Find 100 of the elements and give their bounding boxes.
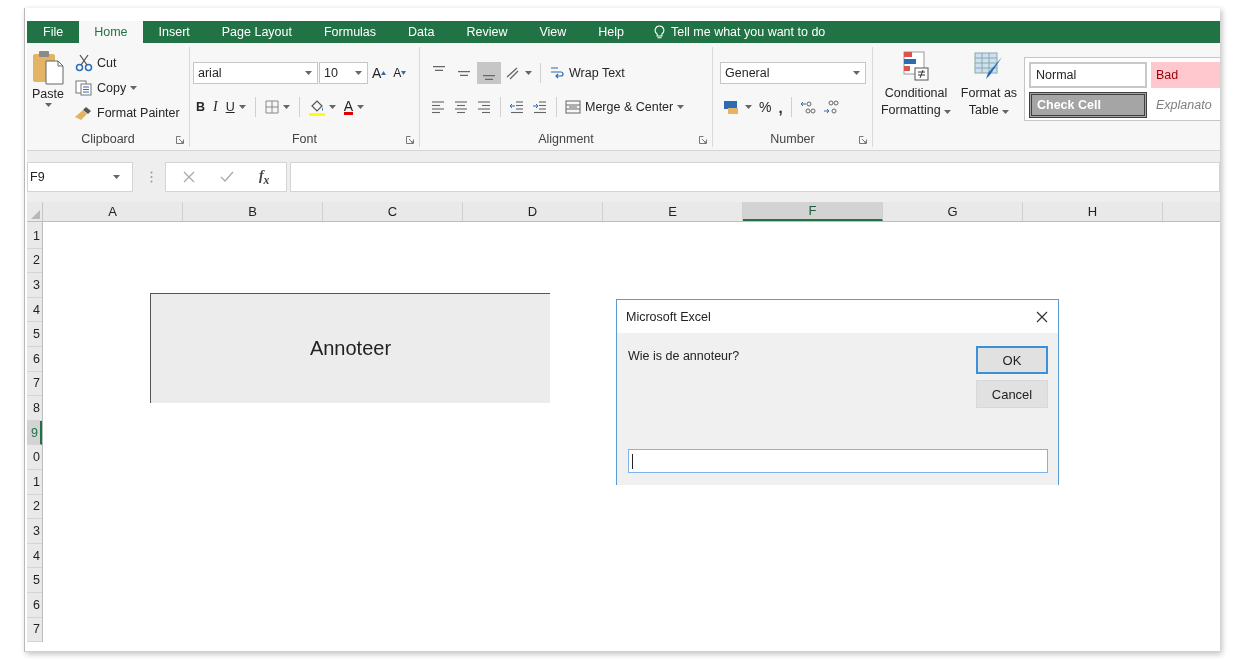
outdent-icon xyxy=(509,99,525,115)
vertical-align-button[interactable] xyxy=(477,62,501,84)
percent-button[interactable]: % xyxy=(756,96,775,118)
decrease-decimal-icon xyxy=(822,99,839,115)
ribbon-tab[interactable]: Help xyxy=(582,21,641,43)
copy-icon xyxy=(75,80,93,96)
row-header[interactable]: 1 xyxy=(27,224,42,249)
align-left-icon xyxy=(430,99,446,115)
ribbon-tab[interactable]: File xyxy=(27,21,80,43)
lightbulb-icon xyxy=(654,25,666,39)
row-header[interactable]: 5 xyxy=(27,322,42,347)
ribbon-tab[interactable]: View xyxy=(523,21,583,43)
clipboard-icon xyxy=(31,49,65,85)
caret-icon xyxy=(355,71,362,75)
dialog-launcher-icon[interactable] xyxy=(406,136,414,144)
bold-button[interactable]: B xyxy=(193,96,209,118)
merge-center-button[interactable]: Merge & Center xyxy=(562,96,688,118)
underline-button[interactable]: U xyxy=(222,96,249,118)
shrink-font-button[interactable]: A xyxy=(390,62,410,84)
caret-icon xyxy=(305,71,312,75)
dialog-launcher-icon[interactable] xyxy=(176,136,184,144)
grid-icon xyxy=(264,100,279,114)
row-header[interactable]: 3 xyxy=(27,519,42,544)
tell-me-box[interactable]: Tell me what you want to do xyxy=(671,25,826,39)
diagonal-text-icon xyxy=(505,65,521,81)
row-header[interactable]: 3 xyxy=(27,273,42,298)
cancel-icon[interactable] xyxy=(182,171,195,183)
conditional-format-icon xyxy=(902,51,930,81)
paste-button[interactable]: Paste xyxy=(30,47,66,130)
align-right-icon xyxy=(476,99,492,115)
ribbon-tab[interactable]: Formulas xyxy=(307,21,393,43)
caret-icon xyxy=(677,105,685,109)
caret-icon xyxy=(282,105,290,109)
name-box[interactable]: F9 xyxy=(27,162,133,192)
dialog-button[interactable]: OK xyxy=(976,346,1048,374)
ribbon-tab[interactable]: Review xyxy=(450,21,524,43)
caret-icon xyxy=(357,105,365,109)
row-header[interactable]: 1 xyxy=(27,469,42,495)
paint-bucket-icon xyxy=(308,98,325,116)
macro-button-shape[interactable]: Annoteer xyxy=(150,293,550,403)
conditional-formatting-button[interactable]: Conditional Formatting xyxy=(876,47,956,147)
scissors-icon xyxy=(75,54,93,72)
column-header[interactable]: F xyxy=(743,202,883,221)
row-header[interactable]: 6 xyxy=(27,346,42,372)
number-format-dropdown[interactable]: General xyxy=(720,62,866,84)
column-header[interactable]: B xyxy=(183,202,323,221)
italic-button[interactable]: I xyxy=(210,96,221,118)
row-header[interactable]: 7 xyxy=(27,371,42,397)
cut-button[interactable]: Cut xyxy=(72,52,183,74)
insert-function-button[interactable]: f$_{x}$ xyxy=(258,167,270,187)
row-header[interactable]: 8 xyxy=(27,396,42,421)
font-size-dropdown[interactable]: 10 xyxy=(319,62,368,84)
paintbrush-icon xyxy=(75,105,93,121)
close-icon[interactable] xyxy=(1036,310,1048,323)
caret-icon xyxy=(525,71,532,75)
dialog-button[interactable]: Cancel xyxy=(976,380,1048,408)
grow-font-button[interactable]: A xyxy=(369,62,390,84)
row-header[interactable]: 2 xyxy=(27,248,42,274)
group-label: Number xyxy=(770,131,815,146)
caret-icon xyxy=(130,86,138,90)
format-as-table-button[interactable]: Format as Table xyxy=(956,47,1022,147)
group-label: Clipboard xyxy=(81,131,135,146)
checkmark-icon[interactable] xyxy=(219,171,234,183)
increase-decimal-icon xyxy=(799,99,816,115)
caret-icon xyxy=(328,105,336,109)
font-name-dropdown[interactable]: arial xyxy=(193,62,318,84)
row-header[interactable]: 9 xyxy=(27,420,42,446)
row-header[interactable]: 0 xyxy=(27,445,42,470)
caret-icon xyxy=(238,105,246,109)
column-header[interactable]: C xyxy=(323,202,463,221)
ribbon-tab[interactable]: Data xyxy=(392,21,451,43)
format-painter-button[interactable]: Format Painter xyxy=(72,102,183,124)
comma-style-button[interactable]: , xyxy=(775,96,786,118)
row-header[interactable]: 4 xyxy=(27,543,42,569)
cell-style-option[interactable]: Explanato xyxy=(1151,92,1220,118)
column-header[interactable]: D xyxy=(463,202,603,221)
column-header[interactable]: A xyxy=(43,202,183,221)
row-header[interactable]: 6 xyxy=(27,592,42,618)
ribbon-tab[interactable]: Page Layout xyxy=(205,21,308,43)
ribbon-tab[interactable]: Home xyxy=(79,21,143,43)
input-field[interactable] xyxy=(628,449,1048,473)
column-header[interactable]: G xyxy=(883,202,1023,221)
row-header[interactable]: 2 xyxy=(27,494,42,520)
dialog-launcher-icon[interactable] xyxy=(859,136,867,144)
column-header[interactable]: H xyxy=(1023,202,1163,221)
row-header[interactable]: 4 xyxy=(27,297,42,323)
ribbon-tab[interactable]: Insert xyxy=(142,21,206,43)
dialog-launcher-icon[interactable] xyxy=(699,136,707,144)
row-header[interactable]: 5 xyxy=(27,568,42,593)
caret-icon xyxy=(853,71,860,75)
row-header[interactable]: 7 xyxy=(27,617,42,643)
wrap-text-button[interactable]: Wrap Text xyxy=(546,62,628,84)
caret-icon xyxy=(44,103,52,107)
align-center-icon xyxy=(453,99,469,115)
copy-button[interactable]: Copy xyxy=(72,77,183,99)
formula-input[interactable] xyxy=(290,162,1220,192)
cell-style-option[interactable]: Normal xyxy=(1029,62,1147,88)
group-label: Font xyxy=(292,131,317,146)
font-color-button[interactable]: A xyxy=(340,96,368,118)
cell-style-option[interactable]: Bad xyxy=(1151,62,1220,88)
